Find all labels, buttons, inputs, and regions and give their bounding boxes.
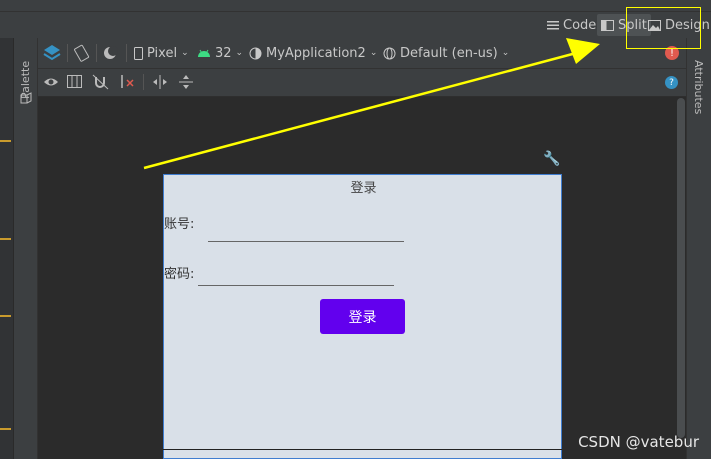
chevron-down-icon: ⌄: [369, 48, 378, 58]
night-mode-icon[interactable]: [101, 43, 121, 63]
phone-icon: [134, 46, 143, 60]
chevron-down-icon: ⌄: [181, 48, 189, 58]
gutter-marker: [0, 140, 11, 142]
device-label: Pixel: [147, 45, 178, 61]
login-title: 登录: [350, 181, 377, 196]
help-icon[interactable]: ?: [665, 76, 678, 89]
theme-label: MyApplication2: [266, 45, 366, 61]
password-input[interactable]: [198, 285, 394, 286]
locale-selector[interactable]: Default (en-us) ⌄: [383, 44, 509, 62]
attributes-tab[interactable]: Attributes: [686, 52, 711, 122]
top-strip: [0, 0, 711, 12]
toolbar-separator: [126, 44, 127, 62]
palette-icon: [20, 92, 32, 104]
theme-icon: [249, 47, 262, 59]
device-selector[interactable]: Pixel ⌄: [134, 44, 189, 62]
gutter-marker: [0, 315, 11, 317]
layers-icon[interactable]: [42, 42, 62, 64]
locale-label: Default (en-us): [400, 45, 498, 61]
android-icon: [198, 49, 210, 57]
chevron-down-icon: ⌄: [501, 48, 510, 58]
toolbar-separator: [67, 44, 68, 62]
toolbar-separator: [143, 74, 144, 90]
code-mode-button[interactable]: Code: [547, 14, 596, 36]
split-view-icon: [601, 19, 614, 31]
expand-horizontal-icon[interactable]: [152, 74, 168, 90]
expand-vertical-icon[interactable]: [178, 74, 194, 90]
password-label: 密码:: [164, 267, 195, 282]
api-level-label: 32: [215, 45, 232, 61]
code-mode-label: Code: [563, 17, 597, 33]
orientation-icon[interactable]: [72, 43, 92, 63]
gutter-marker: [0, 428, 11, 430]
eye-icon[interactable]: [43, 74, 63, 92]
code-lines-icon: [547, 20, 559, 29]
account-input[interactable]: [208, 241, 404, 242]
wrench-icon[interactable]: 🔧: [543, 151, 560, 167]
api-level-selector[interactable]: 32 ⌄: [197, 44, 243, 62]
globe-icon: [383, 47, 396, 59]
login-button[interactable]: 登录: [320, 299, 405, 334]
annotation-highlight-box: [626, 7, 701, 49]
account-label: 账号:: [164, 217, 195, 232]
blueprint-icon[interactable]: [67, 74, 83, 90]
phone-preview[interactable]: 登录 账号: 密码: 登录: [163, 174, 562, 459]
chevron-down-icon: ⌄: [235, 48, 244, 58]
gutter-marker: [0, 238, 11, 240]
clear-constraints-icon[interactable]: [119, 74, 137, 90]
editor-gutter: [0, 38, 14, 459]
theme-selector[interactable]: MyApplication2 ⌄: [249, 44, 377, 62]
magnet-off-icon[interactable]: [92, 74, 110, 90]
watermark: CSDN @vatebur: [578, 433, 699, 451]
canvas-scrollbar[interactable]: [677, 98, 685, 438]
toolbar-separator: [96, 44, 97, 62]
phone-bottom-edge: [163, 449, 562, 450]
